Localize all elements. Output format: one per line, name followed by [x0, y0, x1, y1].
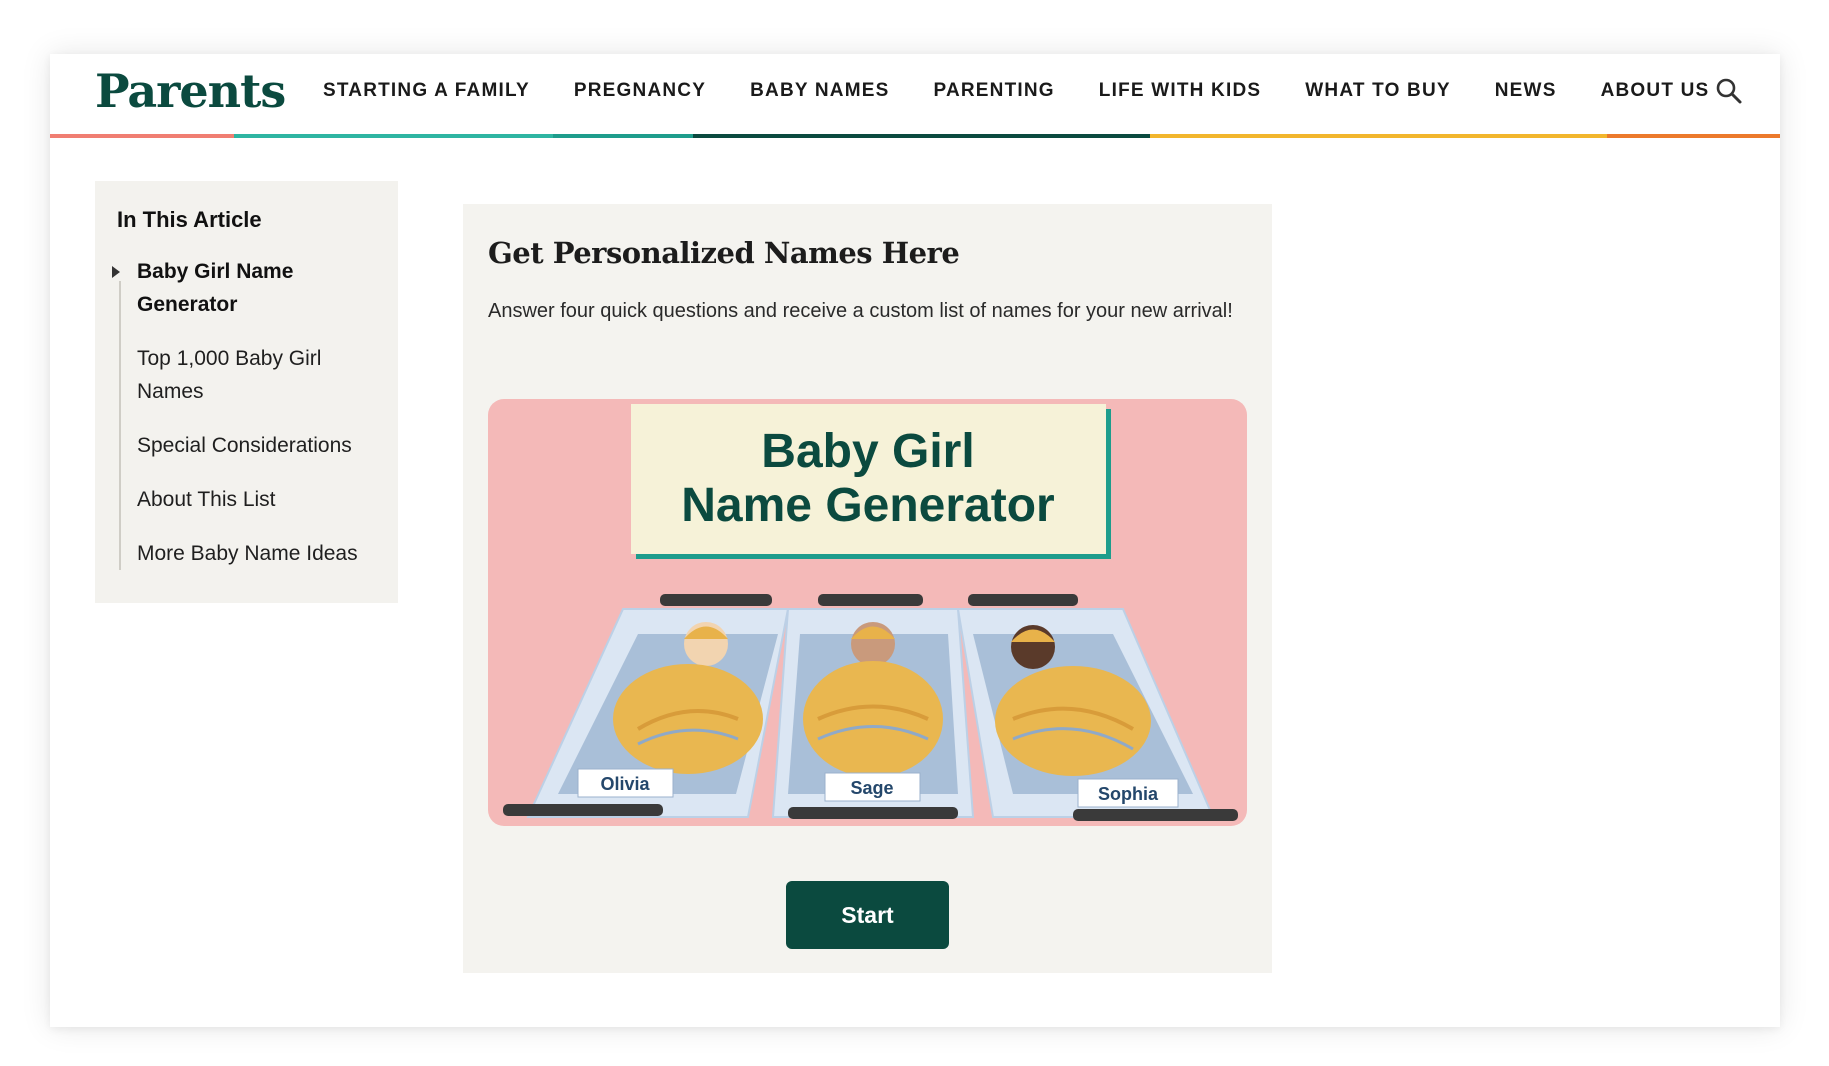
generator-description: Answer four quick questions and receive … — [488, 300, 1233, 322]
name-generator-card: Get Personalized Names Here Answer four … — [463, 204, 1272, 973]
start-button[interactable]: Start — [786, 881, 949, 949]
hero-heading-line2: Name Generator — [681, 479, 1054, 532]
hero-heading-line1: Baby Girl — [761, 425, 974, 478]
nav-color-bar — [50, 134, 1780, 138]
main-nav: STARTING A FAMILY PREGNANCY BABY NAMES P… — [323, 80, 1709, 102]
baby-name-tag-3: Sophia — [1098, 784, 1159, 804]
toc-item-label: About This List — [137, 488, 276, 511]
nav-item-baby-names[interactable]: BABY NAMES — [750, 80, 889, 102]
toc-item-top-1000-baby-girl-names[interactable]: Top 1,000 Baby Girl Names — [137, 342, 376, 408]
search-icon[interactable] — [1714, 76, 1744, 106]
toc-active-arrow-icon — [112, 266, 120, 278]
toc-title: In This Article — [117, 207, 262, 232]
toc-item-baby-girl-name-generator[interactable]: Baby Girl Name Generator — [112, 255, 376, 321]
toc-item-label: Baby Girl Name Generator — [137, 260, 294, 316]
nav-item-life-with-kids[interactable]: LIFE WITH KIDS — [1099, 80, 1261, 102]
toc-item-more-baby-name-ideas[interactable]: More Baby Name Ideas — [137, 537, 376, 570]
bassinet-2: Sage — [771, 594, 975, 819]
toc-item-about-this-list[interactable]: About This List — [137, 483, 376, 516]
toc-item-label: Special Considerations — [137, 434, 352, 457]
toc-item-special-considerations[interactable]: Special Considerations — [137, 429, 376, 462]
site-logo[interactable]: Parents — [95, 64, 286, 118]
bassinet-3: Sophia — [956, 594, 1238, 821]
nav-item-news[interactable]: NEWS — [1495, 80, 1557, 102]
nav-item-parenting[interactable]: PARENTING — [934, 80, 1055, 102]
toc-item-label: Top 1,000 Baby Girl Names — [137, 347, 322, 403]
toc-item-label: More Baby Name Ideas — [137, 542, 358, 565]
site-header: Parents STARTING A FAMILY PREGNANCY BABY… — [50, 54, 1780, 134]
toc-rail — [119, 281, 121, 570]
nav-item-starting-a-family[interactable]: STARTING A FAMILY — [323, 80, 530, 102]
nav-item-pregnancy[interactable]: PREGNANCY — [574, 80, 706, 102]
baby-name-tag-1: Olivia — [600, 774, 650, 794]
bassinet-1: Olivia — [503, 594, 790, 818]
page-frame: Parents STARTING A FAMILY PREGNANCY BABY… — [50, 54, 1780, 1027]
generator-title: Get Personalized Names Here — [488, 236, 960, 270]
toc-list: Baby Girl Name Generator Top 1,000 Baby … — [112, 255, 376, 570]
generator-hero-illustration: Baby Girl Name Generator Olivia Sage Sop… — [488, 399, 1247, 826]
table-of-contents: In This Article Baby Girl Name Generator… — [95, 181, 398, 603]
nav-item-what-to-buy[interactable]: WHAT TO BUY — [1305, 80, 1451, 102]
hero-heading-sign: Baby Girl Name Generator — [631, 404, 1111, 559]
baby-name-tag-2: Sage — [850, 778, 893, 798]
nav-item-about-us[interactable]: ABOUT US — [1601, 80, 1710, 102]
